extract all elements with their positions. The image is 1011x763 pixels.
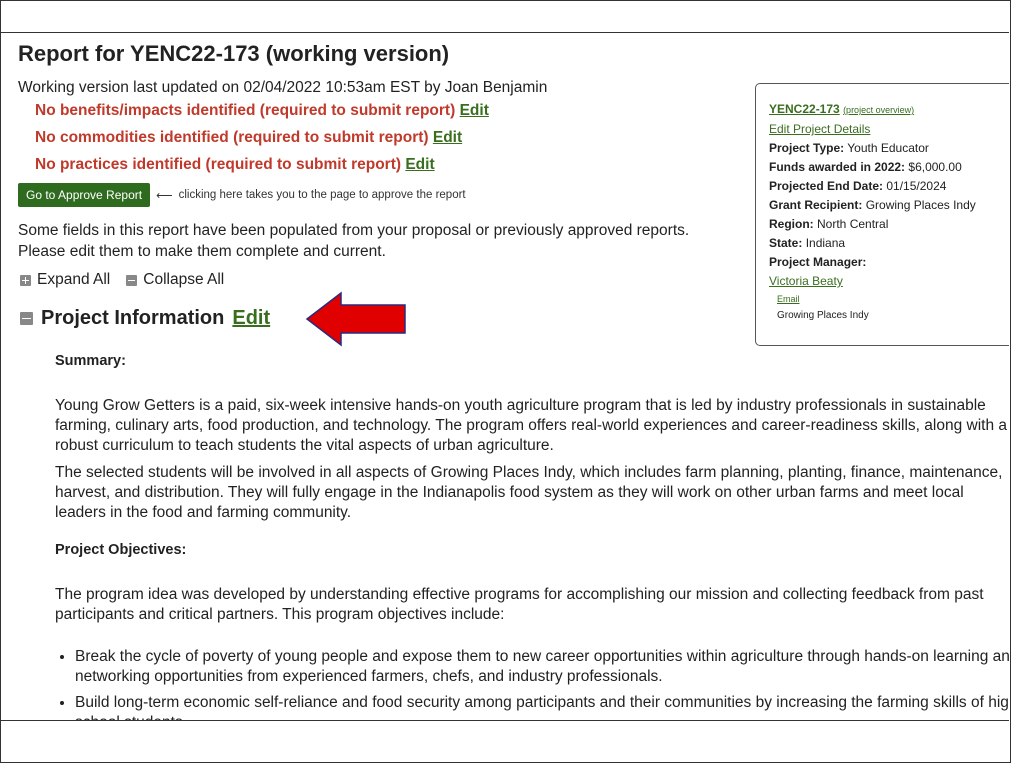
end-date-row: Projected End Date: 01/15/2024 [769,179,947,193]
list-item: Break the cycle of poverty of young peop… [75,647,1009,687]
recipient-row: Grant Recipient: Growing Places Indy [769,198,976,212]
edit-practices-link[interactable]: Edit [405,156,434,173]
edit-benefits-link[interactable]: Edit [460,102,489,119]
populated-fields-note: Some fields in this report have been pop… [18,222,690,260]
summary-paragraph-2: The selected students will be involved i… [55,464,1003,521]
edit-project-details-link[interactable]: Edit Project Details [769,122,870,136]
manager-org: Growing Places Indy [777,310,869,321]
objectives-intro: The program idea was developed by unders… [55,586,984,623]
summary-label: Summary: [55,353,126,369]
warning-benefits: No benefits/impacts identified (required… [35,102,489,120]
objectives-label: Project Objectives: [55,542,187,558]
warning-commodities: No commodities identified (required to s… [35,129,462,147]
section-title: Project Information [41,307,225,329]
warning-practices: No practices identified (required to sub… [35,156,435,174]
manager-name-link[interactable]: Victoria Beaty [769,274,843,288]
expand-all-link[interactable]: Expand All [37,271,110,289]
project-summary-sidebar: YENC22-173 (project overview) Edit Proje… [755,83,1009,346]
edit-project-information-link[interactable]: Edit [232,307,270,330]
approve-row: Go to Approve Report ⟵ clicking here tak… [18,183,466,207]
minus-square-icon[interactable] [126,274,138,286]
project-overview-link[interactable]: (project overview) [843,105,914,115]
page-title: Report for YENC22-173 (working version) [18,41,450,66]
plus-square-icon[interactable] [20,274,31,286]
approve-hint-text: clicking here takes you to the page to a… [178,189,466,201]
go-to-approve-report-button[interactable]: Go to Approve Report [18,183,151,207]
last-updated-text: Working version last updated on 02/04/20… [18,79,548,96]
page-viewport: Report for YENC22-173 (working version) … [1,32,1009,721]
collapse-all-link[interactable]: Collapse All [143,271,224,289]
summary-paragraph-1: Young Grow Getters is a paid, six-week i… [55,397,1008,454]
red-arrow-annotation [305,291,406,347]
project-id-row: YENC22-173 (project overview) [769,100,1009,120]
warning-text: No commodities identified (required to s… [35,129,429,146]
warning-text: No practices identified (required to sub… [35,156,402,173]
warning-text: No benefits/impacts identified (required… [35,102,456,119]
state-row: State: Indiana [769,236,846,250]
expand-collapse-controls: Expand All Collapse All [20,271,224,289]
manager-label: Project Manager: [769,255,867,269]
funds-row: Funds awarded in 2022: $6,000.00 [769,160,962,174]
edit-commodities-link[interactable]: Edit [433,129,462,146]
objectives-list: Break the cycle of poverty of young peop… [55,647,1009,720]
project-id-link[interactable]: YENC22-173 [769,102,840,116]
list-item: Build long-term economic self-reliance a… [75,693,1009,720]
section-header-project-information[interactable]: Project Information Edit [20,307,270,330]
manager-email-link[interactable]: Email [777,294,800,304]
region-row: Region: North Central [769,217,889,231]
project-type-row: Project Type: Youth Educator [769,141,929,155]
left-arrow-icon: ⟵ [156,190,173,202]
collapse-section-icon[interactable] [20,312,33,325]
